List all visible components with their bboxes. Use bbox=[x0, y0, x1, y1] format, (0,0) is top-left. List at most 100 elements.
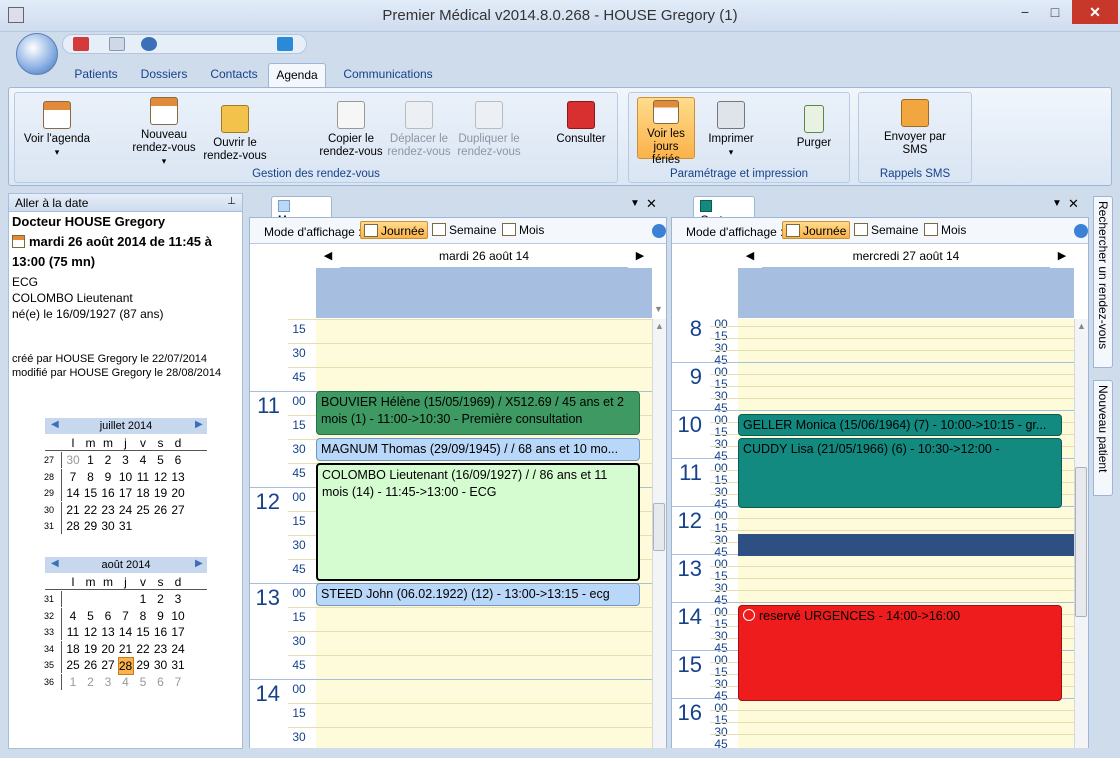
calendar-day[interactable]: 7 bbox=[65, 469, 81, 485]
deplacer-rdv-button[interactable]: Déplacer le rendez-vous bbox=[385, 101, 453, 159]
calendar-day[interactable]: 16 bbox=[100, 485, 116, 501]
calendar-day[interactable]: 28 bbox=[65, 518, 81, 534]
envoyer-sms-button[interactable]: Envoyer par SMS bbox=[873, 99, 957, 157]
voir-agenda-button[interactable]: Voir l'agenda ▾ bbox=[21, 101, 93, 159]
tab-patients[interactable]: Patients bbox=[70, 63, 122, 87]
tab-communications[interactable]: Communications bbox=[340, 63, 436, 87]
calendar-day[interactable]: 25 bbox=[135, 502, 151, 518]
application-menu-button[interactable] bbox=[16, 33, 58, 75]
calendar-day[interactable]: 31 bbox=[118, 518, 134, 534]
calendar-day[interactable]: 17 bbox=[118, 485, 134, 501]
calendar-day[interactable]: 15 bbox=[135, 624, 151, 640]
calendar-day[interactable]: 14 bbox=[118, 624, 134, 640]
calendar-day[interactable]: 1 bbox=[135, 591, 151, 607]
calendar-day[interactable]: 24 bbox=[170, 641, 186, 657]
calendar-day[interactable]: 30 bbox=[65, 452, 81, 468]
calendar-day[interactable]: 6 bbox=[100, 608, 116, 624]
carter-dropdown-icon[interactable]: ▼ bbox=[1052, 198, 1062, 209]
calendar-day[interactable]: 18 bbox=[135, 485, 151, 501]
tab-dossiers[interactable]: Dossiers bbox=[136, 63, 192, 87]
mode-mois-button[interactable]: Mois bbox=[502, 221, 544, 239]
mode-semaine-button[interactable]: Semaine bbox=[432, 221, 496, 239]
help-icon[interactable] bbox=[141, 37, 157, 51]
calendar-day[interactable]: 3 bbox=[170, 591, 186, 607]
calendar-day[interactable]: 12 bbox=[83, 624, 99, 640]
appointment-colombo[interactable]: COLOMBO Lieutenant (16/09/1927) / / 86 a… bbox=[316, 463, 640, 581]
imprimer-button[interactable]: Imprimer ▾ bbox=[699, 101, 763, 159]
prev-day-button[interactable]: ◀ bbox=[316, 246, 340, 266]
calendar-day[interactable]: 9 bbox=[100, 469, 116, 485]
calendar-day[interactable]: 7 bbox=[170, 674, 186, 690]
house-dropdown-icon[interactable]: ▼ bbox=[630, 198, 640, 209]
appointment-magnum[interactable]: MAGNUM Thomas (29/09/1945) / / 68 ans et… bbox=[316, 438, 640, 461]
calendar-day[interactable]: 14 bbox=[65, 485, 81, 501]
calendar-day[interactable]: 5 bbox=[135, 674, 151, 690]
calendar-day[interactable]: 25 bbox=[65, 657, 81, 673]
minimize-button[interactable]: − bbox=[1010, 0, 1040, 24]
calendar-day[interactable]: 13 bbox=[100, 624, 116, 640]
calendar-day[interactable]: 6 bbox=[170, 452, 186, 468]
tab-agenda[interactable]: Agenda bbox=[268, 63, 326, 87]
calendar-day[interactable]: 29 bbox=[83, 518, 99, 534]
calendar-day[interactable]: 1 bbox=[83, 452, 99, 468]
scrollbar-thumb[interactable] bbox=[1075, 467, 1087, 617]
voir-jours-feries-button[interactable]: Voir les jours fériés bbox=[637, 97, 695, 166]
prev-month-icon[interactable]: ◀ bbox=[51, 419, 59, 430]
appointment-steed[interactable]: STEED John (06.02.1922) (12) - 13:00->13… bbox=[316, 583, 640, 606]
calendar-day[interactable]: 8 bbox=[83, 469, 99, 485]
calendar-day[interactable]: 19 bbox=[83, 641, 99, 657]
prev-month-icon[interactable]: ◀ bbox=[51, 558, 59, 569]
allday-area[interactable] bbox=[738, 268, 1074, 318]
calendar-day[interactable]: 9 bbox=[153, 608, 169, 624]
side-tab-rechercher[interactable]: Rechercher un rendez-vous bbox=[1093, 196, 1113, 368]
appointment-cuddy[interactable]: CUDDY Lisa (21/05/1966) (6) - 10:30->12:… bbox=[738, 438, 1062, 508]
next-month-icon[interactable]: ▶ bbox=[195, 419, 203, 430]
remote-support-icon[interactable] bbox=[277, 37, 293, 51]
consulter-button[interactable]: Consulter bbox=[549, 101, 613, 146]
refresh-icon[interactable] bbox=[1074, 224, 1088, 238]
calendar-day[interactable]: 16 bbox=[153, 624, 169, 640]
maximize-button[interactable]: □ bbox=[1040, 0, 1070, 24]
calendar-day[interactable]: 4 bbox=[118, 674, 134, 690]
calendar-day[interactable]: 23 bbox=[100, 502, 116, 518]
calendar-day[interactable]: 11 bbox=[65, 624, 81, 640]
next-day-button[interactable]: ▶ bbox=[628, 246, 652, 266]
document-icon[interactable] bbox=[73, 37, 89, 51]
ouvrir-rdv-button[interactable]: Ouvrir le rendez-vous bbox=[201, 105, 269, 163]
calendar-day[interactable]: 6 bbox=[153, 674, 169, 690]
calendar-day[interactable]: 20 bbox=[170, 485, 186, 501]
calendar-day[interactable]: 21 bbox=[65, 502, 81, 518]
refresh-icon[interactable] bbox=[652, 224, 666, 238]
calendar-day[interactable]: 5 bbox=[83, 608, 99, 624]
scroll-arrow-icon[interactable]: ▼ bbox=[654, 304, 663, 314]
mode-mois-button[interactable]: Mois bbox=[924, 221, 966, 239]
calendar-day[interactable]: 23 bbox=[153, 641, 169, 657]
side-tab-nouveau-patient[interactable]: Nouveau patient bbox=[1093, 380, 1113, 496]
calendar-day[interactable]: 30 bbox=[153, 657, 169, 673]
calendar-day[interactable]: 19 bbox=[153, 485, 169, 501]
calendar-day[interactable]: 10 bbox=[170, 608, 186, 624]
next-day-button[interactable]: ▶ bbox=[1050, 246, 1074, 266]
pin-icon[interactable]: ⊥ bbox=[227, 196, 236, 207]
tab-house[interactable]: House bbox=[271, 196, 332, 227]
carter-day-grid[interactable]: 8 00 15 30 45 9 00 15 30 45 10 00 15 30 45 11 00 15 30 45 12… bbox=[672, 319, 1088, 748]
calendar-day[interactable]: 2 bbox=[153, 591, 169, 607]
calendar-day[interactable]: 21 bbox=[118, 641, 134, 657]
purger-button[interactable]: Purger bbox=[785, 105, 843, 150]
calendar-day[interactable]: 8 bbox=[135, 608, 151, 624]
calendar-day[interactable]: 5 bbox=[153, 452, 169, 468]
dupliquer-rdv-button[interactable]: Dupliquer le rendez-vous bbox=[455, 101, 523, 159]
calendar-day[interactable]: 4 bbox=[135, 452, 151, 468]
calendar-day[interactable]: 15 bbox=[83, 485, 99, 501]
tab-contacts[interactable]: Contacts bbox=[206, 63, 262, 87]
calendar-day[interactable]: 26 bbox=[153, 502, 169, 518]
appointment-geller[interactable]: GELLER Monica (15/06/1964) (7) - 10:00->… bbox=[738, 414, 1062, 436]
close-button[interactable]: ✕ bbox=[1072, 0, 1118, 24]
calendar-day[interactable]: 31 bbox=[170, 657, 186, 673]
mode-semaine-button[interactable]: Semaine bbox=[854, 221, 918, 239]
mail-icon[interactable] bbox=[109, 37, 125, 51]
house-day-grid[interactable]: 10 00 15 30 45 11 00 15 30 45 12 00 15 30 45 13 00 15 30 45… bbox=[250, 319, 666, 748]
allday-area[interactable] bbox=[316, 268, 652, 318]
mode-journee-button[interactable]: Journée bbox=[360, 221, 429, 239]
calendar-day[interactable]: 3 bbox=[118, 452, 134, 468]
